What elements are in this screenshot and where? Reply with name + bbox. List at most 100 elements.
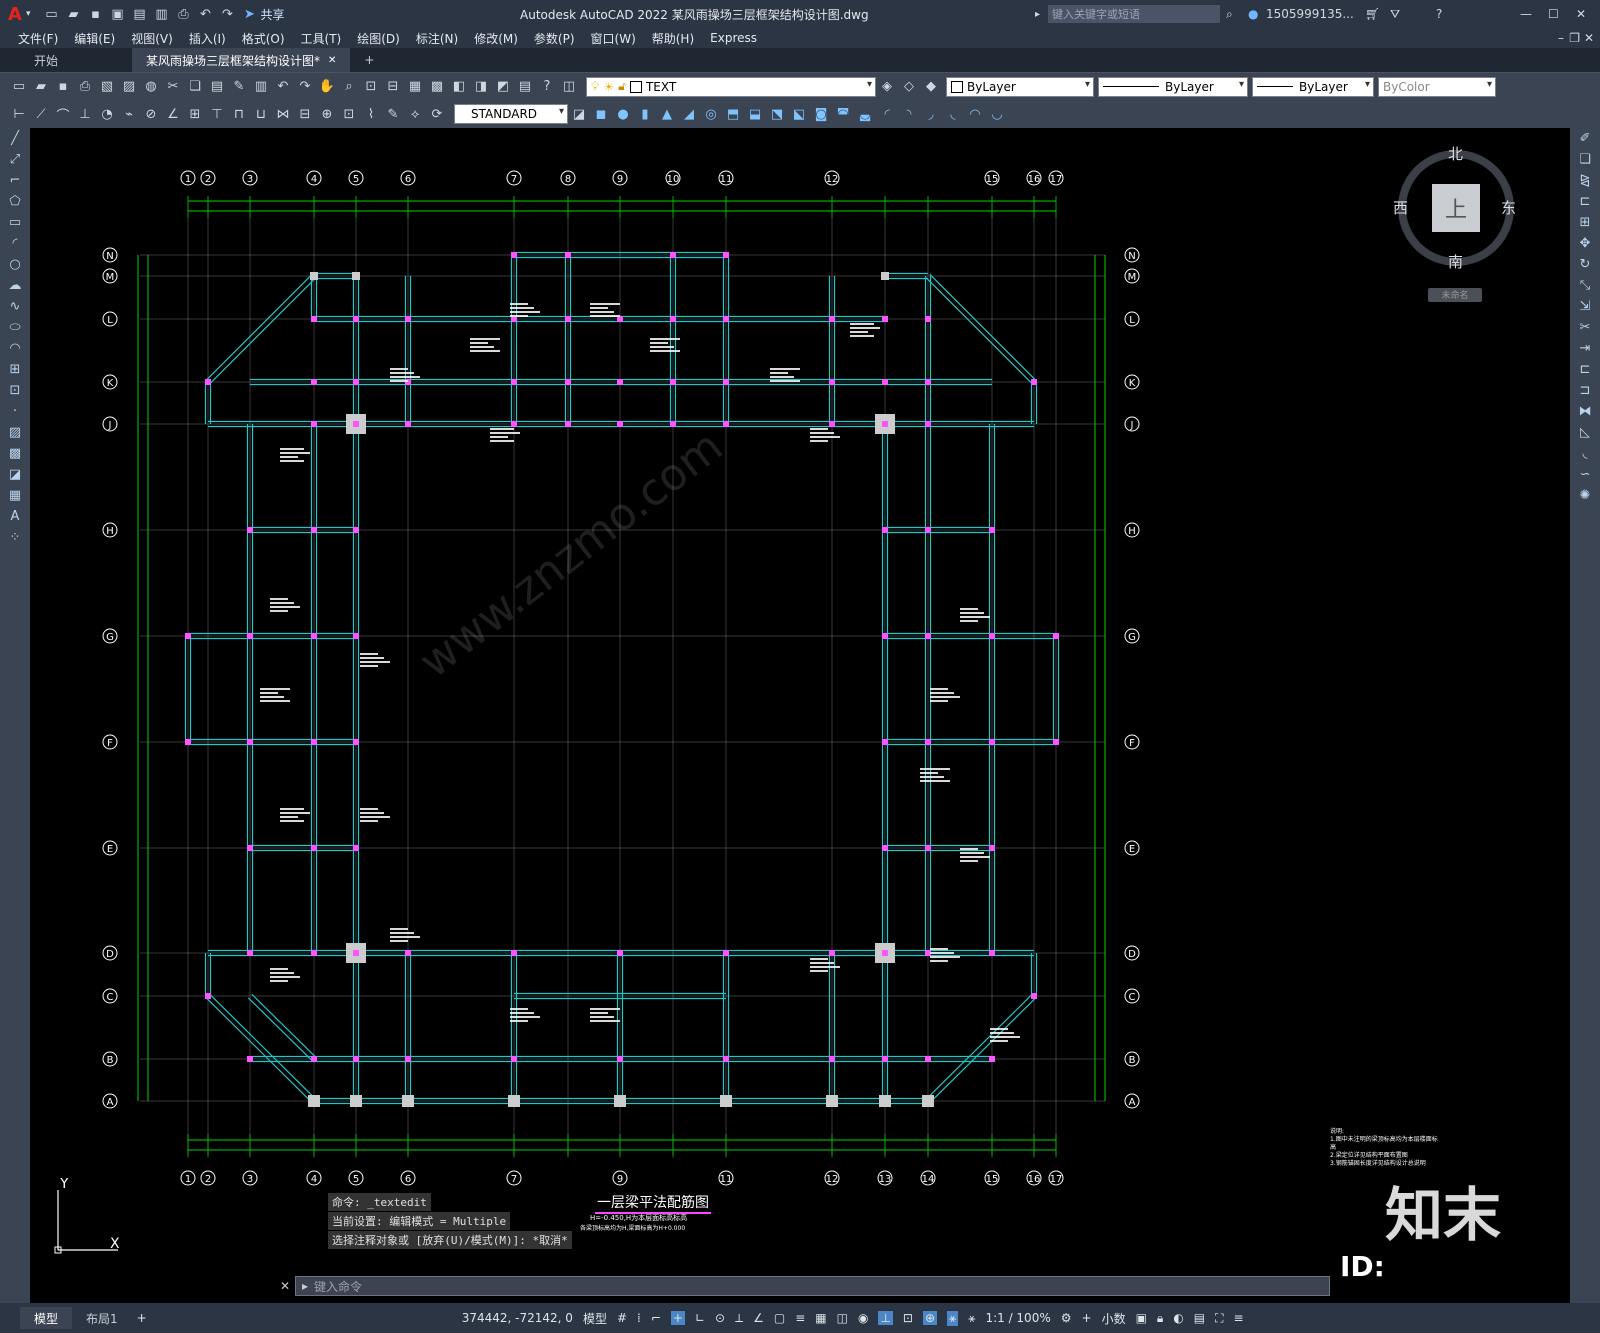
viewcube[interactable]: 上	[1398, 150, 1514, 266]
shell-icon[interactable]: ◝	[900, 105, 918, 123]
block-editor-icon[interactable]: ▥	[252, 78, 270, 96]
lock-ui-icon[interactable]: 🔒︎	[1157, 1311, 1163, 1326]
units-dropdown[interactable]: 小数	[1102, 1310, 1126, 1327]
compass-south[interactable]: 南	[1448, 251, 1463, 272]
new-icon[interactable]: ▭	[42, 5, 60, 23]
search-arrow-icon[interactable]: ▸	[1035, 9, 1040, 20]
make-current-icon[interactable]: ◈	[878, 78, 896, 96]
cylinder-icon[interactable]: ▮	[636, 105, 654, 123]
autocad-logo[interactable]: A	[8, 4, 22, 25]
qsave-icon[interactable]: ▪	[54, 78, 72, 96]
search-icon[interactable]: ⌕	[1226, 7, 1233, 22]
polar-icon[interactable]: ⊙	[715, 1311, 725, 1325]
chamfer-icon[interactable]: ◺	[1574, 425, 1596, 443]
close-drawing-icon[interactable]: ✕	[1584, 31, 1594, 45]
annotation-visibility-icon[interactable]: ⚹	[947, 1310, 959, 1326]
zoom-realtime-icon[interactable]: ⌕	[340, 78, 358, 96]
redo-icon[interactable]: ↷	[218, 5, 236, 23]
save-icon[interactable]: ▪	[86, 5, 104, 23]
ucs-icon[interactable]: ◟	[944, 105, 962, 123]
explode-icon[interactable]: ✺	[1574, 488, 1596, 506]
transparency-icon[interactable]: ▦	[815, 1311, 826, 1325]
cut-icon[interactable]: ✂	[164, 78, 182, 96]
sphere-icon[interactable]: ●	[614, 105, 632, 123]
snap-icon[interactable]: ⁞	[637, 1311, 641, 1325]
gradient-icon[interactable]: ▩	[4, 446, 26, 464]
tab-model[interactable]: 模型	[20, 1307, 73, 1329]
isodraft-icon[interactable]: ⟂	[735, 1311, 743, 1326]
box-icon[interactable]: ◼	[592, 105, 610, 123]
offset-icon[interactable]: ⊏	[1574, 194, 1596, 212]
color-dropdown[interactable]: ByLayer ▾	[946, 76, 1094, 97]
clean-screen-icon[interactable]: ⛶	[1215, 1311, 1223, 1326]
mtext-icon[interactable]: A	[4, 509, 26, 527]
extrude-icon[interactable]: ⬒	[724, 105, 742, 123]
cone-icon[interactable]: ▲	[658, 105, 676, 123]
dim-ordinate-icon[interactable]: ⊥	[76, 105, 94, 123]
break-at-point-icon[interactable]: ⊏	[1574, 362, 1596, 380]
dim-angular-icon[interactable]: ∠	[164, 105, 182, 123]
rotate-icon[interactable]: ↻	[1574, 257, 1596, 275]
loft-icon[interactable]: ⬕	[790, 105, 808, 123]
construction-line-icon[interactable]: ⤢	[4, 152, 26, 170]
dim-radius-icon[interactable]: ◔	[98, 105, 116, 123]
layer-properties-icon[interactable]: ◫	[560, 78, 578, 96]
insert-block-icon[interactable]: ⊞	[4, 362, 26, 380]
tool-palettes-icon[interactable]: ◧	[450, 78, 468, 96]
gizmo-icon[interactable]: ⊕	[922, 1311, 938, 1325]
table-icon[interactable]: ▦	[4, 488, 26, 506]
union-icon[interactable]: ◙	[812, 105, 830, 123]
dim-diameter-icon[interactable]: ⊘	[142, 105, 160, 123]
dim-space-icon[interactable]: ⊔	[252, 105, 270, 123]
dynamic-ucs-icon[interactable]: ⊥	[878, 1311, 893, 1325]
autoscale-icon[interactable]: ⚹	[968, 1311, 975, 1326]
open-icon[interactable]: ▰	[64, 5, 82, 23]
zoom-window-icon[interactable]: ⊡	[362, 78, 380, 96]
copy-object-icon[interactable]: ❏	[1574, 152, 1596, 170]
mirror-icon[interactable]: ⧎	[1574, 173, 1596, 191]
customization-icon[interactable]: ≡	[1234, 1311, 1244, 1325]
coordinates-readout[interactable]: 374442, -72142, 0	[462, 1311, 573, 1325]
arc-icon[interactable]: ◜	[4, 236, 26, 254]
qdim-icon[interactable]: ⊞	[186, 105, 204, 123]
revolve-icon[interactable]: ⬓	[746, 105, 764, 123]
menu-help[interactable]: 帮助(H)	[652, 30, 694, 47]
tab-add-button[interactable]: +	[350, 48, 388, 72]
menu-format[interactable]: 格式(O)	[242, 30, 285, 47]
menu-view[interactable]: 视图(V)	[131, 30, 173, 47]
annotation-scale[interactable]: 1:1 / 100%	[985, 1311, 1050, 1325]
compass-north[interactable]: 北	[1448, 143, 1463, 164]
calc-icon[interactable]: ▤	[516, 78, 534, 96]
graphics-perf-icon[interactable]: ▤	[1194, 1311, 1205, 1325]
menu-modify[interactable]: 修改(M)	[474, 30, 518, 47]
render-icon[interactable]: ◡	[988, 105, 1006, 123]
polyline-icon[interactable]: ⌐	[4, 173, 26, 191]
lineweight-icon[interactable]: ≡	[795, 1311, 805, 1325]
compass-east[interactable]: 东	[1501, 197, 1516, 218]
menu-parametric[interactable]: 参数(P)	[534, 30, 575, 47]
dimtedit-icon[interactable]: ⟡	[406, 105, 424, 123]
publish-icon[interactable]: ▨	[120, 78, 138, 96]
user-icon[interactable]: ●	[1248, 7, 1258, 21]
ortho-icon[interactable]: ∟	[695, 1311, 705, 1325]
selection-filter-icon[interactable]: ⊡	[903, 1311, 913, 1325]
tab-drawing[interactable]: 某风雨操场三层框架结构设计图* ✕	[132, 48, 351, 72]
region-icon[interactable]: ◪	[4, 467, 26, 485]
break-icon[interactable]: ⊐	[1574, 383, 1596, 401]
wcs-menu[interactable]: 未命名	[1428, 288, 1482, 302]
grid-icon[interactable]: #	[617, 1311, 627, 1325]
workspace-gear-icon[interactable]: ⚙	[1061, 1311, 1072, 1325]
center-mark-icon[interactable]: ⊕	[318, 105, 336, 123]
add-selected-icon[interactable]: ⁘	[4, 530, 26, 548]
zoom-previous-icon[interactable]: ⊟	[384, 78, 402, 96]
help-icon[interactable]: ?	[1436, 7, 1442, 21]
command-input-placeholder[interactable]: 键入命令	[314, 1278, 362, 1295]
copy-icon[interactable]: ❏	[186, 78, 204, 96]
undo-icon[interactable]: ↶	[196, 5, 214, 23]
compass-west[interactable]: 西	[1393, 197, 1408, 218]
dimstyle-manager-icon[interactable]: ◪	[570, 105, 588, 123]
dim-arc-icon[interactable]: ⌒	[54, 105, 72, 124]
layer-states-icon[interactable]: ◆	[922, 78, 940, 96]
section-icon[interactable]: ◞	[922, 105, 940, 123]
wedge-icon[interactable]: ◢	[680, 105, 698, 123]
